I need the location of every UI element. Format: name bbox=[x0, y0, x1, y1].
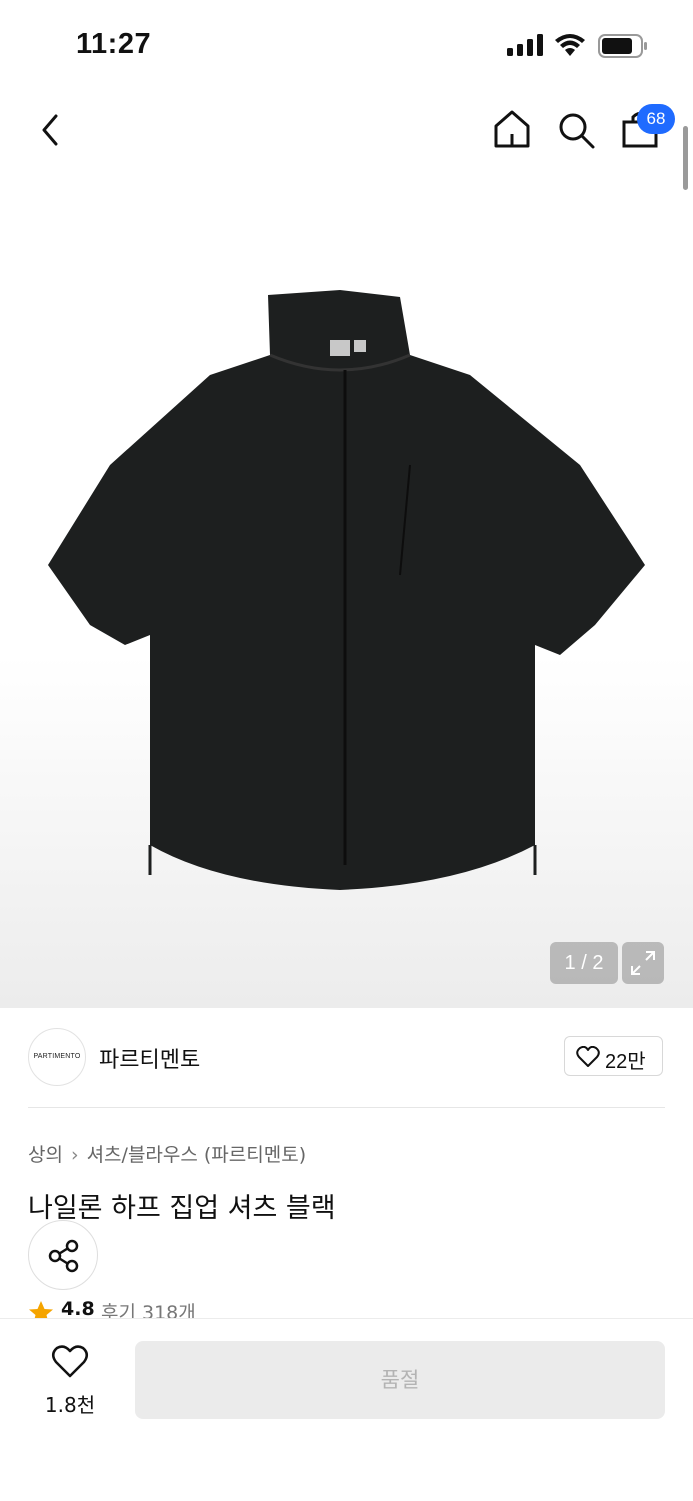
rating-score: 4.8 bbox=[61, 1298, 95, 1320]
scrollbar[interactable] bbox=[683, 126, 688, 190]
signal-icon bbox=[507, 34, 543, 56]
status-time: 11:27 bbox=[76, 28, 152, 60]
cart-count-badge: 68 bbox=[637, 104, 675, 134]
brand-row[interactable]: PARTIMENTO 파르티멘토 22만 bbox=[28, 1028, 665, 1088]
chevron-right-icon: › bbox=[70, 1144, 79, 1166]
breadcrumb-subcategory[interactable]: 셔츠/블라우스 (파르티멘토) bbox=[87, 1144, 307, 1166]
heart-icon bbox=[576, 1046, 600, 1067]
divider bbox=[28, 1107, 665, 1108]
share-button[interactable] bbox=[28, 1220, 98, 1290]
expand-icon[interactable] bbox=[622, 942, 664, 984]
brand-logo[interactable]: PARTIMENTO bbox=[28, 1028, 86, 1086]
product-title: 나일론 하프 집업 셔츠 블랙 bbox=[28, 1193, 336, 1224]
product-like-count: 1.8천 bbox=[44, 1393, 96, 1417]
wifi-icon bbox=[555, 34, 585, 56]
brand-like-count: 22만 bbox=[605, 1051, 646, 1073]
home-icon[interactable] bbox=[492, 108, 532, 150]
product-like-button[interactable]: 1.8천 bbox=[30, 1345, 110, 1425]
share-icon bbox=[48, 1239, 79, 1273]
battery-icon bbox=[598, 34, 647, 58]
sold-out-button[interactable]: 품절 bbox=[135, 1341, 665, 1419]
breadcrumb: 상의 › 셔츠/블라우스 (파르티멘토) bbox=[28, 1140, 306, 1167]
back-button[interactable] bbox=[36, 110, 66, 150]
brand-name[interactable]: 파르티멘토 bbox=[99, 1042, 200, 1074]
product-image-area[interactable] bbox=[0, 0, 693, 1008]
status-bar: 11:27 bbox=[0, 0, 693, 90]
breadcrumb-category[interactable]: 상의 bbox=[28, 1144, 63, 1166]
brand-like-button[interactable]: 22만 bbox=[564, 1036, 663, 1076]
bottom-action-bar: 1.8천 품절 bbox=[0, 1318, 693, 1501]
image-pager: 1 / 2 bbox=[550, 942, 618, 984]
product-photo bbox=[48, 290, 645, 890]
search-icon[interactable] bbox=[556, 110, 596, 150]
heart-icon bbox=[52, 1345, 88, 1378]
